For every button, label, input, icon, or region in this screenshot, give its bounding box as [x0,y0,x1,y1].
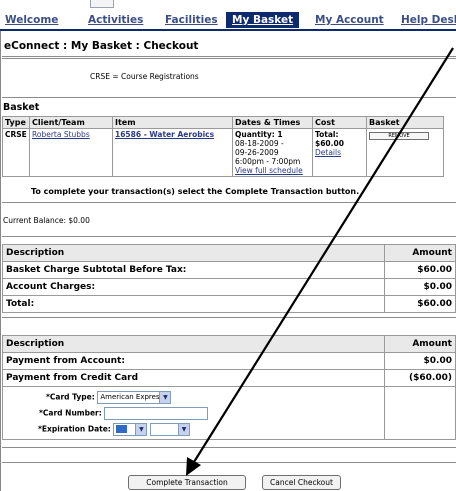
divider [2,462,456,463]
date-range-start: 08-18-2009 - [235,139,284,148]
table-row: CRSE Roberta Stubbs 16586 - Water Aerobi… [2,128,444,177]
top-strip [0,0,456,10]
expiration-month-select[interactable]: ▼ [113,423,148,436]
divider [2,58,456,59]
divider [2,447,456,448]
card-type-row: *Card Type: American Express ▼ [46,391,381,404]
legend-note: CRSE = Course Registrations [90,72,199,81]
summary-header-row: Description Amount [1,244,456,262]
card-number-row: *Card Number: [39,407,381,420]
payment-label: Payment from Credit Card [1,369,386,387]
card-number-input[interactable] [104,407,209,420]
payment-desc-header: Description [1,335,386,353]
basket-table: Type Client/Team Item Dates & Times Cost… [2,116,444,177]
expiration-year-select[interactable]: ▼ [150,423,191,436]
divider [2,56,456,57]
tab-my-basket[interactable]: My Basket [226,12,300,28]
col-dates: Dates & Times [232,116,313,129]
item-code-link[interactable]: 16586 [115,130,141,139]
summary-amount: $60.00 [384,295,456,313]
payment-table: Description Amount Payment from Account:… [1,335,456,440]
selected-highlight [116,425,128,433]
col-cost: Cost [312,116,367,129]
col-client: Client/Team [29,116,113,129]
summary-desc-header: Description [1,244,386,262]
card-type-value: American Express [100,393,164,401]
summary-amount-header: Amount [384,244,456,262]
table-header-row: Type Client/Team Item Dates & Times Cost… [2,116,444,129]
card-form-row: *Card Type: American Express ▼ *Card Numb… [1,386,456,440]
row-item: 16586 - Water Aerobics [112,128,233,177]
payment-amount: ($60.00) [384,369,456,387]
cancel-checkout-button[interactable]: Cancel Checkout [262,475,341,490]
payment-amount-header: Amount [384,335,456,353]
summary-table: Description Amount Basket Charge Subtota… [1,244,456,313]
browser-tab-stub [90,0,114,8]
summary-amount: $60.00 [384,261,456,279]
payment-label: Payment from Account: [1,352,386,370]
col-type: Type [2,116,30,129]
tab-my-account[interactable]: My Account [313,12,384,28]
summary-label: Basket Charge Subtotal Before Tax: [1,261,386,279]
divider [2,236,456,237]
card-type-select[interactable]: American Express ▼ [97,391,172,404]
date-range-end: 09-26-2009 [235,148,279,157]
complete-transaction-button[interactable]: Complete Transaction [128,475,246,490]
card-number-label: *Card Number: [39,408,102,418]
tab-welcome[interactable]: Welcome [3,12,58,28]
quantity-text: Quantity: 1 [235,130,283,139]
expiration-row: *Expiration Date: ▼ ▼ [38,423,381,436]
view-schedule-link[interactable]: View full schedule [235,166,303,175]
chevron-down-icon: ▼ [159,392,171,403]
payment-header-row: Description Amount [1,335,456,353]
tab-help-desk[interactable]: Help Desk [399,12,456,28]
card-type-label: *Card Type: [46,392,95,402]
chevron-down-icon: ▼ [135,424,147,435]
divider [2,317,456,318]
current-balance: Current Balance: $0.00 [3,216,90,225]
chevron-down-icon: ▼ [178,424,190,435]
table-row: Total: $60.00 [1,295,456,313]
remove-button[interactable]: REMOVE [369,132,429,140]
item-name-link[interactable]: - Water Aerobics [141,130,214,139]
table-row: Payment from Credit Card ($60.00) [1,369,456,387]
summary-amount: $0.00 [384,278,456,296]
page-title: eConnect : My Basket : Checkout [4,40,199,52]
row-type: CRSE [2,128,30,177]
summary-label: Account Charges: [1,278,386,296]
row-basket: REMOVE [366,128,444,177]
details-link[interactable]: Details [315,148,341,157]
col-basket: Basket [366,116,444,129]
table-row: Account Charges: $0.00 [1,278,456,296]
divider [2,97,456,98]
total-cost: Total: $60.00 [315,130,344,148]
table-row: Payment from Account: $0.00 [1,352,456,370]
summary-label: Total: [1,295,386,313]
card-form: *Card Type: American Express ▼ *Card Numb… [1,386,386,440]
col-item: Item [112,116,233,129]
tab-activities[interactable]: Activities [86,12,143,28]
basket-title: Basket [3,102,40,113]
instruction-text: To complete your transaction(s) select t… [31,187,360,196]
row-cost: Total: $60.00 Details [312,128,367,177]
card-form-amount-cell [384,386,456,440]
table-row: Basket Charge Subtotal Before Tax: $60.0… [1,261,456,279]
row-client: Roberta Stubbs [29,128,113,177]
nav-tabs: Welcome Activities Facilities My Basket … [0,12,456,30]
row-dates: Quantity: 1 08-18-2009 - 09-26-2009 6:00… [232,128,313,177]
payment-amount: $0.00 [384,352,456,370]
client-link[interactable]: Roberta Stubbs [32,130,90,139]
time-range: 6:00pm - 7:00pm [235,157,301,166]
tab-facilities[interactable]: Facilities [163,12,218,28]
divider [2,202,456,203]
expiration-label: *Expiration Date: [38,424,111,434]
